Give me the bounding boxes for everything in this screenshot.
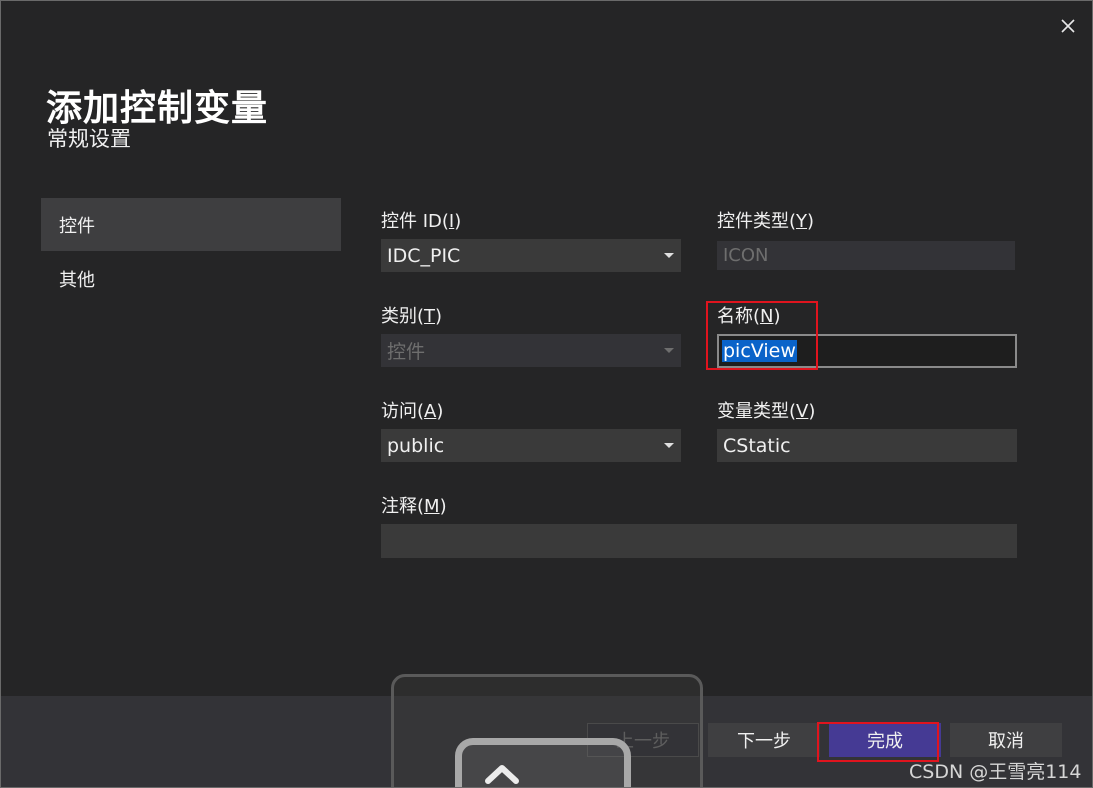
category-dropdown: 控件 xyxy=(381,334,681,367)
control-type-field: ICON xyxy=(717,241,1015,270)
control-type-value: ICON xyxy=(723,245,769,266)
cancel-button[interactable]: 取消 xyxy=(950,723,1062,757)
nav-item-label: 其他 xyxy=(59,269,95,291)
nav-item-other[interactable]: 其他 xyxy=(41,252,341,305)
control-type-label: 控件类型(Y) xyxy=(717,211,815,232)
add-control-variable-dialog: 添加控制变量 常规设置 控件 其他 控件 ID(I) IDC_PIC 控件类型(… xyxy=(0,0,1093,788)
dialog-subtitle: 常规设置 xyxy=(47,127,131,151)
next-button[interactable]: 下一步 xyxy=(708,723,820,757)
variable-type-input[interactable]: CStatic xyxy=(717,429,1017,462)
nav-item-control[interactable]: 控件 xyxy=(41,198,341,251)
control-id-value: IDC_PIC xyxy=(387,244,461,267)
close-button[interactable] xyxy=(1055,13,1081,39)
scroll-up-button[interactable] xyxy=(455,738,631,787)
comment-label: 注释(M) xyxy=(381,496,447,517)
nav-item-label: 控件 xyxy=(59,215,95,237)
close-icon xyxy=(1061,19,1075,33)
access-dropdown[interactable]: public xyxy=(381,429,681,462)
control-id-label: 控件 ID(I) xyxy=(381,211,462,232)
access-label: 访问(A) xyxy=(381,401,444,422)
watermark-text: CSDN @王雪亮114 xyxy=(909,761,1082,783)
control-id-dropdown[interactable]: IDC_PIC xyxy=(381,239,681,272)
name-input[interactable]: picView xyxy=(717,334,1017,368)
chevron-down-icon xyxy=(664,443,674,448)
chevron-down-icon xyxy=(664,253,674,258)
access-value: public xyxy=(387,434,445,457)
variable-type-label: 变量类型(V) xyxy=(717,401,816,422)
name-value-selected: picView xyxy=(722,340,797,362)
chevron-up-icon xyxy=(485,765,519,784)
variable-type-value: CStatic xyxy=(723,434,791,457)
name-label: 名称(N) xyxy=(717,306,781,327)
category-value: 控件 xyxy=(387,341,426,363)
comment-input[interactable] xyxy=(381,524,1017,558)
finish-button[interactable]: 完成 xyxy=(829,723,941,757)
category-label: 类别(T) xyxy=(381,306,443,327)
chevron-down-icon xyxy=(664,348,674,353)
